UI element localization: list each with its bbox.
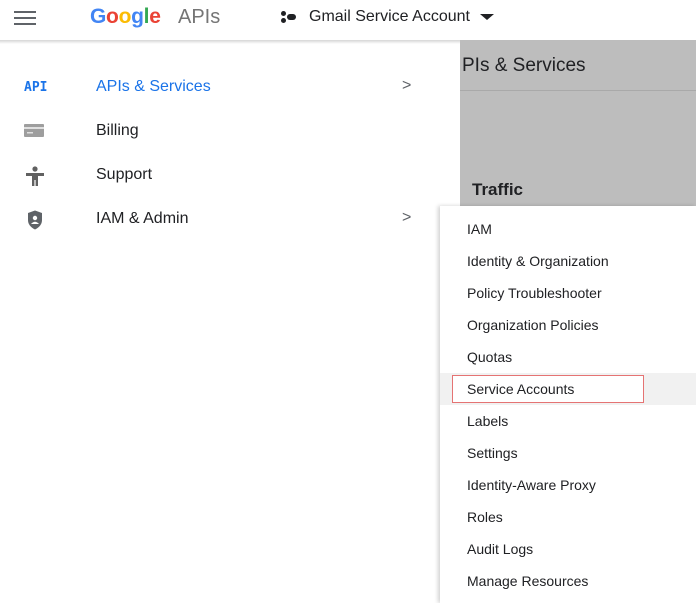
submenu-item-label: Audit Logs [467, 541, 534, 557]
submenu-item-service-accounts[interactable]: Service Accounts [440, 373, 696, 405]
sidebar-item-label: Support [96, 166, 153, 183]
submenu-item-organization-policies[interactable]: Organization Policies [440, 309, 696, 341]
sidebar-item-label: IAM & Admin [96, 210, 189, 227]
project-selector[interactable]: Gmail Service Account [281, 8, 494, 26]
header-shadow [0, 40, 460, 44]
billing-card-icon [24, 122, 50, 142]
submenu-item-settings[interactable]: Settings [440, 437, 696, 469]
api-icon: API [24, 80, 48, 95]
menu-icon[interactable] [14, 11, 38, 29]
background-page-panel: PIs & Services Traffic [460, 40, 696, 206]
traffic-heading: Traffic [472, 180, 524, 199]
submenu-item-audit-logs[interactable]: Audit Logs [440, 533, 696, 565]
sidebar-item-label: Billing [96, 122, 139, 139]
submenu-item-identity-organization[interactable]: Identity & Organization [440, 245, 696, 277]
submenu-item-label: Service Accounts [467, 381, 575, 397]
top-bar: Google APIs Gmail Service Account [0, 0, 696, 40]
submenu-item-label: Identity & Organization [467, 253, 609, 269]
shield-icon [24, 210, 50, 230]
submenu-item-label: Labels [467, 413, 509, 429]
support-person-icon [24, 166, 50, 186]
submenu-item-label: Policy Troubleshooter [467, 285, 602, 301]
project-dots-icon [281, 9, 301, 25]
sidebar-item-apis-services[interactable]: API APIs & Services > [0, 68, 430, 108]
divider [460, 90, 696, 91]
project-name: Gmail Service Account [309, 8, 470, 25]
apis-logo-text[interactable]: APIs [178, 6, 220, 29]
sidebar-item-label: APIs & Services [96, 78, 211, 95]
submenu-item-quotas[interactable]: Quotas [440, 341, 696, 373]
submenu-item-label: Organization Policies [467, 317, 599, 333]
submenu-item-label: Manage Resources [467, 573, 589, 589]
sidebar-item-billing[interactable]: Billing [0, 112, 430, 152]
submenu-item-roles[interactable]: Roles [440, 501, 696, 533]
sidebar-item-support[interactable]: Support [0, 156, 430, 196]
submenu-item-labels[interactable]: Labels [440, 405, 696, 437]
submenu-item-policy-troubleshooter[interactable]: Policy Troubleshooter [440, 277, 696, 309]
submenu-item-label: Identity-Aware Proxy [467, 477, 596, 493]
submenu-item-manage-resources[interactable]: Manage Resources [440, 565, 696, 597]
submenu-item-label: Roles [467, 509, 503, 525]
google-logo[interactable]: Google [90, 5, 161, 29]
submenu-item-label: Settings [467, 445, 518, 461]
iam-admin-submenu: IAM Identity & Organization Policy Troub… [440, 206, 696, 603]
submenu-item-iam[interactable]: IAM [440, 213, 696, 245]
chevron-right-icon: > [402, 77, 412, 94]
sidebar-item-iam-admin[interactable]: IAM & Admin > [0, 200, 430, 240]
background-page-title: PIs & Services [462, 55, 586, 76]
caret-down-icon [479, 14, 494, 20]
submenu-item-identity-aware-proxy[interactable]: Identity-Aware Proxy [440, 469, 696, 501]
submenu-item-label: Quotas [467, 349, 513, 365]
submenu-item-label: IAM [467, 221, 492, 237]
chevron-right-icon: > [402, 209, 412, 226]
